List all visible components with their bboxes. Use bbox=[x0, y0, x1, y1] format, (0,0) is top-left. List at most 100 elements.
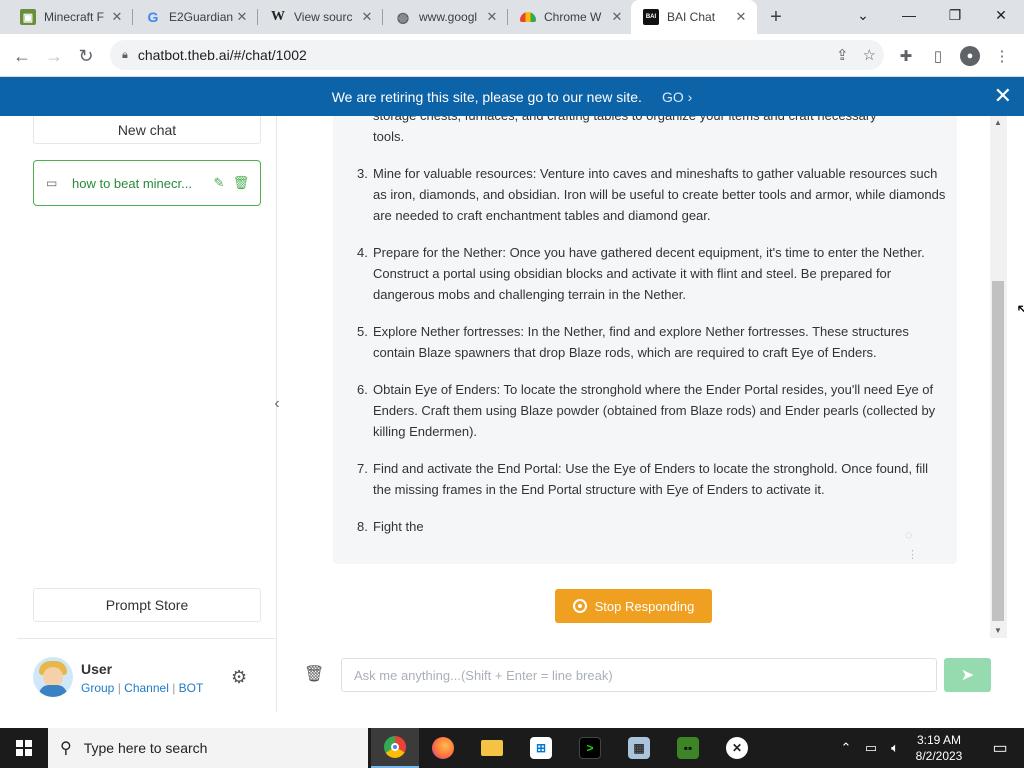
terminal-icon: > bbox=[579, 737, 601, 759]
chat-main: storage chests, furnaces, and crafting t… bbox=[278, 116, 1007, 712]
browser-tab[interactable]: ▣ Minecraft F ✕ bbox=[8, 0, 133, 34]
list-item: 6. Obtain Eye of Enders: To locate the s… bbox=[357, 382, 936, 439]
taskbar-photos[interactable]: ▦ bbox=[615, 728, 663, 768]
close-tab-icon[interactable]: ✕ bbox=[234, 9, 250, 25]
banner-text: We are retiring this site, please go to … bbox=[331, 88, 642, 105]
list-item: 8. Fight the bbox=[357, 519, 424, 534]
lock-icon: 🔒︎ bbox=[122, 48, 128, 61]
tray-chevron-up-icon[interactable]: ⌃ bbox=[836, 728, 856, 768]
retirement-banner: We are retiring this site, please go to … bbox=[0, 77, 1024, 116]
close-tab-icon[interactable]: ✕ bbox=[733, 9, 749, 25]
windows-taskbar: ⚲ Type here to search ⊞ > ▦ ▪▪ ✕ ⌃ ▭ 🔈︎ … bbox=[0, 728, 1024, 768]
taskbar-search[interactable]: ⚲ Type here to search bbox=[48, 728, 368, 768]
browser-tab[interactable]: ◍ www.googl ✕ bbox=[383, 0, 508, 34]
bot-message: storage chests, furnaces, and crafting t… bbox=[333, 116, 957, 564]
bookmark-star-icon[interactable]: ☆ bbox=[863, 46, 876, 64]
browser-tab[interactable]: Chrome W ✕ bbox=[508, 0, 633, 34]
browser-tab-active[interactable]: BAI BAI Chat ✕ bbox=[631, 0, 757, 34]
taskbar-minecraft[interactable]: ▪▪ bbox=[664, 728, 712, 768]
taskbar-firefox[interactable] bbox=[419, 728, 467, 768]
new-tab-button[interactable]: + bbox=[764, 5, 788, 29]
chat-input[interactable] bbox=[341, 658, 937, 692]
firefox-icon bbox=[432, 737, 454, 759]
settings-gear-icon[interactable]: ⚙ bbox=[231, 667, 247, 688]
scrollbar-thumb[interactable] bbox=[992, 281, 1004, 621]
stop-responding-button[interactable]: Stop Responding bbox=[555, 589, 712, 623]
list-item: 4. Prepare for the Nether: Once you have… bbox=[357, 245, 925, 302]
tab-search-icon[interactable]: ⌄ bbox=[840, 0, 886, 30]
banner-go-link[interactable]: GO › bbox=[662, 89, 692, 105]
browser-tab-strip: ▣ Minecraft F ✕ G E2Guardian ✕ W View so… bbox=[0, 0, 1024, 34]
page-scrollbar[interactable]: ▲ ▼ bbox=[990, 116, 1007, 638]
menu-kebab-icon[interactable]: ⋮ bbox=[991, 45, 1013, 67]
edit-icon[interactable]: ✎ bbox=[210, 175, 228, 191]
browser-toolbar: ← → ↻ 🔒︎ chatbot.theb.ai/#/chat/1002 ⇪ ☆… bbox=[0, 34, 1024, 77]
reload-icon[interactable]: ↻ bbox=[72, 42, 100, 70]
chat-bubble-icon: ▭ bbox=[46, 176, 58, 190]
delete-icon[interactable]: 🗑︎ bbox=[232, 175, 250, 191]
taskbar-store[interactable]: ⊞ bbox=[517, 728, 565, 768]
banner-close-icon[interactable]: ✕ bbox=[994, 83, 1012, 109]
message-text: storage chests, furnaces, and crafting t… bbox=[373, 116, 957, 126]
store-icon: ⊞ bbox=[530, 737, 552, 759]
xbox-icon: ✕ bbox=[726, 737, 748, 759]
taskbar-terminal[interactable]: > bbox=[566, 728, 614, 768]
list-item: 5. Explore Nether fortresses: In the Net… bbox=[357, 324, 909, 360]
side-panel-icon[interactable]: ▯ bbox=[927, 45, 949, 67]
taskbar-xbox[interactable]: ✕ bbox=[713, 728, 761, 768]
taskbar-file-explorer[interactable] bbox=[468, 728, 516, 768]
group-link[interactable]: Group bbox=[81, 681, 114, 695]
profile-avatar-icon[interactable]: ● bbox=[960, 46, 980, 66]
clear-chat-trash-icon[interactable]: 🗑︎ bbox=[304, 664, 324, 684]
network-icon[interactable]: ▭ bbox=[860, 728, 882, 768]
new-chat-button[interactable]: New chat bbox=[33, 116, 261, 144]
user-links: Group | Channel | BOT bbox=[81, 681, 204, 695]
share-icon[interactable]: ⇪ bbox=[836, 46, 849, 64]
scroll-up-icon[interactable]: ▲ bbox=[994, 118, 1002, 127]
photos-icon: ▦ bbox=[628, 737, 650, 759]
minecraft-icon: ▣ bbox=[20, 9, 36, 25]
close-tab-icon[interactable]: ✕ bbox=[609, 9, 625, 25]
close-tab-icon[interactable]: ✕ bbox=[109, 9, 125, 25]
forward-icon[interactable]: → bbox=[40, 42, 68, 70]
taskbar-clock[interactable]: 3:19 AM 8/2/2023 bbox=[904, 732, 974, 764]
back-icon[interactable]: ← bbox=[8, 42, 36, 70]
more-options-icon[interactable]: ⋮ bbox=[907, 548, 918, 561]
list-item: 3. Mine for valuable resources: Venture … bbox=[357, 166, 946, 223]
minecraft-icon: ▪▪ bbox=[677, 737, 699, 759]
volume-icon[interactable]: 🔈︎ bbox=[884, 728, 906, 768]
chevron-right-icon: › bbox=[687, 88, 693, 105]
windows-logo-icon bbox=[16, 740, 32, 756]
chrome-web-store-icon bbox=[520, 12, 536, 22]
user-name: User bbox=[81, 661, 113, 677]
bai-icon: BAI bbox=[643, 9, 659, 25]
start-button[interactable] bbox=[0, 728, 48, 768]
send-button[interactable]: ➤ bbox=[944, 658, 991, 692]
sidebar: New chat ▭ how to beat minecr... ✎ 🗑︎ Pr… bbox=[17, 116, 277, 712]
notification-center-icon[interactable]: ▭ bbox=[976, 728, 1024, 768]
close-window-button[interactable]: ✕ bbox=[978, 0, 1024, 30]
prompt-store-button[interactable]: Prompt Store bbox=[33, 588, 261, 622]
avatar bbox=[33, 657, 73, 697]
taskbar-chrome[interactable] bbox=[371, 728, 419, 768]
restore-button[interactable]: ❐ bbox=[932, 0, 978, 30]
close-tab-icon[interactable]: ✕ bbox=[359, 9, 375, 25]
chrome-icon bbox=[384, 736, 406, 758]
chat-history-label: how to beat minecr... bbox=[72, 175, 192, 191]
close-tab-icon[interactable]: ✕ bbox=[484, 9, 500, 25]
stop-circle-icon bbox=[572, 599, 587, 613]
list-item: 7. Find and activate the End Portal: Use… bbox=[357, 461, 928, 497]
browser-tab[interactable]: W View sourc ✕ bbox=[258, 0, 383, 34]
minimize-button[interactable]: — bbox=[886, 0, 932, 30]
scroll-down-icon[interactable]: ▼ bbox=[994, 626, 1002, 635]
chat-app: New chat ▭ how to beat minecr... ✎ 🗑︎ Pr… bbox=[17, 116, 1007, 712]
search-icon: ⚲ bbox=[60, 740, 72, 757]
extensions-icon[interactable]: ✚ bbox=[895, 45, 917, 67]
chat-history-item[interactable]: ▭ how to beat minecr... ✎ 🗑︎ bbox=[33, 160, 261, 206]
channel-link[interactable]: Channel bbox=[124, 681, 169, 695]
address-bar[interactable]: 🔒︎ chatbot.theb.ai/#/chat/1002 ⇪ ☆ bbox=[110, 40, 884, 70]
bot-link[interactable]: BOT bbox=[179, 681, 204, 695]
browser-tab[interactable]: G E2Guardian ✕ bbox=[133, 0, 258, 34]
globe-icon: ◍ bbox=[396, 8, 410, 25]
message-text: tools. bbox=[373, 129, 405, 144]
